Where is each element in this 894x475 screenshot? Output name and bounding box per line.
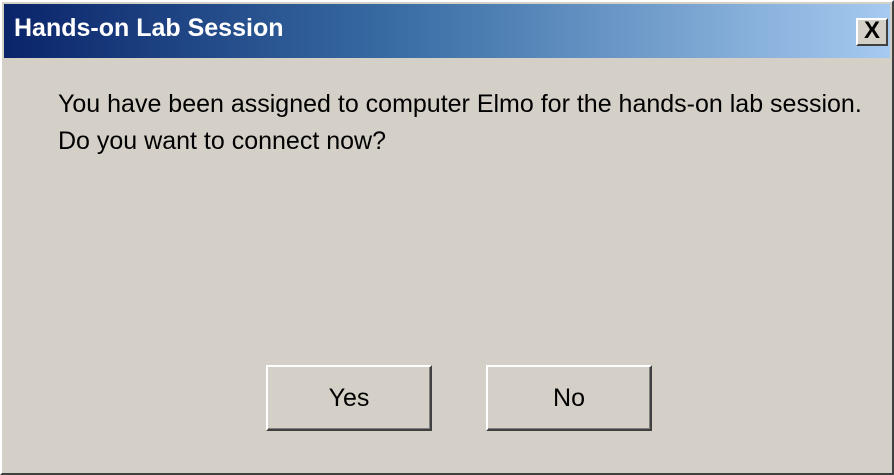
dialog-window: Hands-on Lab Session X You have been ass…	[0, 0, 894, 475]
yes-button[interactable]: Yes	[266, 365, 432, 431]
title-bar[interactable]: Hands-on Lab Session X	[4, 4, 890, 58]
dialog-message: You have been assigned to computer Elmo …	[58, 90, 862, 155]
close-icon: X	[863, 17, 880, 44]
window-title: Hands-on Lab Session	[14, 14, 284, 42]
no-button[interactable]: No	[486, 365, 652, 431]
no-button-label: No	[553, 384, 585, 412]
yes-button-label: Yes	[328, 384, 370, 412]
close-button[interactable]: X	[856, 18, 888, 46]
